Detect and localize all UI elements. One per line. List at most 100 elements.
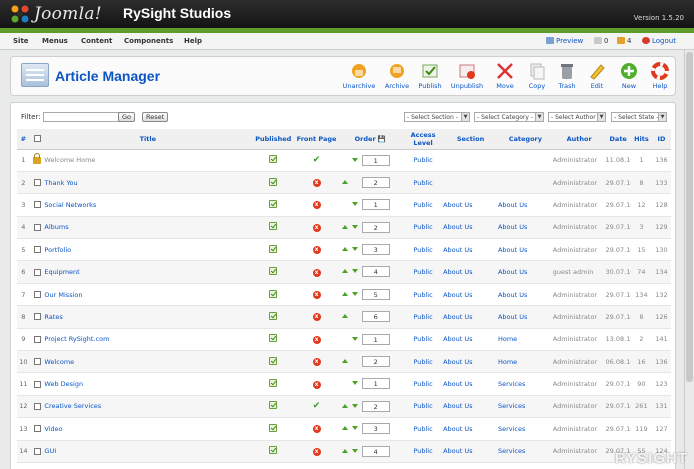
section-link[interactable]: About Us	[443, 372, 498, 396]
access-level[interactable]: Public	[403, 328, 444, 352]
row-select[interactable]	[29, 350, 45, 374]
order-input[interactable]: 1	[361, 199, 390, 211]
order-up-icon[interactable]	[341, 224, 348, 229]
section-link[interactable]	[443, 149, 498, 172]
section-link[interactable]: About Us	[443, 395, 498, 419]
front-page-toggle[interactable]: x	[295, 193, 338, 217]
section-link[interactable]: About Us	[443, 417, 498, 441]
front-page-toggle[interactable]: x	[295, 305, 338, 329]
row-select[interactable]	[29, 328, 45, 352]
help-button[interactable]: Help	[642, 62, 678, 90]
published-toggle[interactable]	[251, 417, 296, 441]
menu-components[interactable]: Components	[124, 37, 173, 45]
col-published[interactable]: Published	[251, 129, 296, 150]
published-toggle[interactable]	[251, 305, 296, 329]
users-count[interactable]: 4	[617, 37, 631, 45]
section-link[interactable]: About Us	[443, 238, 498, 262]
col-date[interactable]: Date	[605, 129, 631, 150]
row-select[interactable]	[29, 372, 45, 396]
order-input[interactable]: 4	[361, 266, 390, 278]
section-link[interactable]: About Us	[443, 350, 498, 374]
front-page-toggle[interactable]: x	[295, 216, 338, 240]
access-level[interactable]: Public	[403, 372, 444, 396]
author-name[interactable]: Administrator	[552, 372, 606, 396]
section-link[interactable]: About Us	[443, 216, 498, 240]
order-down-icon[interactable]	[351, 224, 358, 229]
col-author[interactable]: Author	[552, 129, 606, 150]
select-category[interactable]: - Select Category - ▼	[474, 112, 544, 122]
order-up-icon[interactable]	[341, 291, 348, 296]
move-button[interactable]: Move	[487, 62, 523, 90]
front-page-toggle[interactable]: x	[295, 238, 338, 262]
published-toggle[interactable]	[251, 171, 296, 195]
category-link[interactable]: About Us	[497, 260, 553, 284]
access-level[interactable]: Public	[403, 350, 444, 374]
filter-input[interactable]	[43, 112, 123, 122]
col-title[interactable]: Title	[44, 129, 252, 150]
article-title[interactable]: Portfolio	[44, 238, 252, 262]
select-all-checkbox[interactable]	[33, 135, 41, 143]
row-select[interactable]	[29, 283, 45, 307]
article-title[interactable]: GUI	[44, 440, 252, 463]
order-input[interactable]: 3	[361, 244, 390, 256]
edit-button[interactable]: Edit	[579, 62, 615, 90]
reset-button[interactable]: Reset	[142, 112, 169, 122]
order-up-icon[interactable]	[341, 247, 348, 252]
order-down-icon[interactable]	[351, 291, 358, 296]
section-link[interactable]: About Us	[443, 260, 498, 284]
order-down-icon[interactable]	[351, 269, 358, 274]
order-input[interactable]: 4	[361, 445, 390, 457]
order-down-icon[interactable]	[351, 247, 358, 252]
section-link[interactable]	[443, 171, 498, 195]
menu-help[interactable]: Help	[184, 37, 202, 45]
article-title[interactable]: Welcome	[44, 350, 252, 374]
row-checkbox[interactable]	[33, 268, 41, 276]
front-page-toggle[interactable]: x	[295, 328, 338, 352]
category-link[interactable]: Services	[497, 372, 553, 396]
author-name[interactable]: Administrator	[552, 171, 606, 195]
order-input[interactable]: 1	[361, 333, 390, 345]
category-link[interactable]: About Us	[497, 216, 553, 240]
row-select[interactable]	[29, 395, 45, 419]
row-checkbox[interactable]	[33, 313, 41, 321]
section-link[interactable]: About Us	[443, 305, 498, 329]
row-checkbox[interactable]	[33, 201, 41, 209]
article-title[interactable]: Creative Services	[44, 395, 252, 419]
section-link[interactable]: About Us	[443, 283, 498, 307]
order-down-icon[interactable]	[351, 202, 358, 207]
published-toggle[interactable]	[251, 395, 296, 419]
front-page-toggle[interactable]: x	[295, 417, 338, 441]
front-page-toggle[interactable]: x	[295, 283, 338, 307]
published-toggle[interactable]	[251, 193, 296, 217]
order-up-icon[interactable]	[341, 426, 348, 431]
order-down-icon[interactable]	[351, 403, 358, 408]
article-title[interactable]: Thank You	[44, 171, 252, 195]
published-toggle[interactable]	[251, 283, 296, 307]
order-down-icon[interactable]	[351, 336, 358, 341]
row-checkbox[interactable]	[33, 179, 41, 187]
order-input[interactable]: 6	[361, 311, 390, 323]
article-title[interactable]: Equipment	[44, 260, 252, 284]
section-link[interactable]: About Us	[443, 193, 498, 217]
author-name[interactable]: Administrator	[552, 350, 606, 374]
article-title[interactable]: Social Networks	[44, 193, 252, 217]
article-title[interactable]: Web Design	[44, 372, 252, 396]
order-up-icon[interactable]	[341, 179, 348, 184]
messages-count[interactable]: 0	[594, 37, 608, 45]
published-toggle[interactable]	[251, 260, 296, 284]
order-down-icon[interactable]	[351, 426, 358, 431]
front-page-toggle[interactable]: x	[295, 372, 338, 396]
unarchive-button[interactable]: Unarchive	[341, 62, 377, 90]
author-name[interactable]: Administrator	[552, 395, 606, 419]
row-select[interactable]	[29, 440, 45, 463]
order-up-icon[interactable]	[341, 359, 348, 364]
front-page-toggle[interactable]: x	[295, 350, 338, 374]
author-name[interactable]: Administrator	[552, 193, 606, 217]
author-name[interactable]: guest admin	[552, 260, 606, 284]
order-input[interactable]: 1	[361, 154, 390, 166]
author-name[interactable]: Administrator	[552, 417, 606, 441]
article-title[interactable]: Our Mission	[44, 283, 252, 307]
row-checkbox[interactable]	[33, 402, 41, 410]
save-order-icon[interactable]: 💾	[378, 135, 386, 143]
col-select-all[interactable]	[29, 129, 45, 150]
